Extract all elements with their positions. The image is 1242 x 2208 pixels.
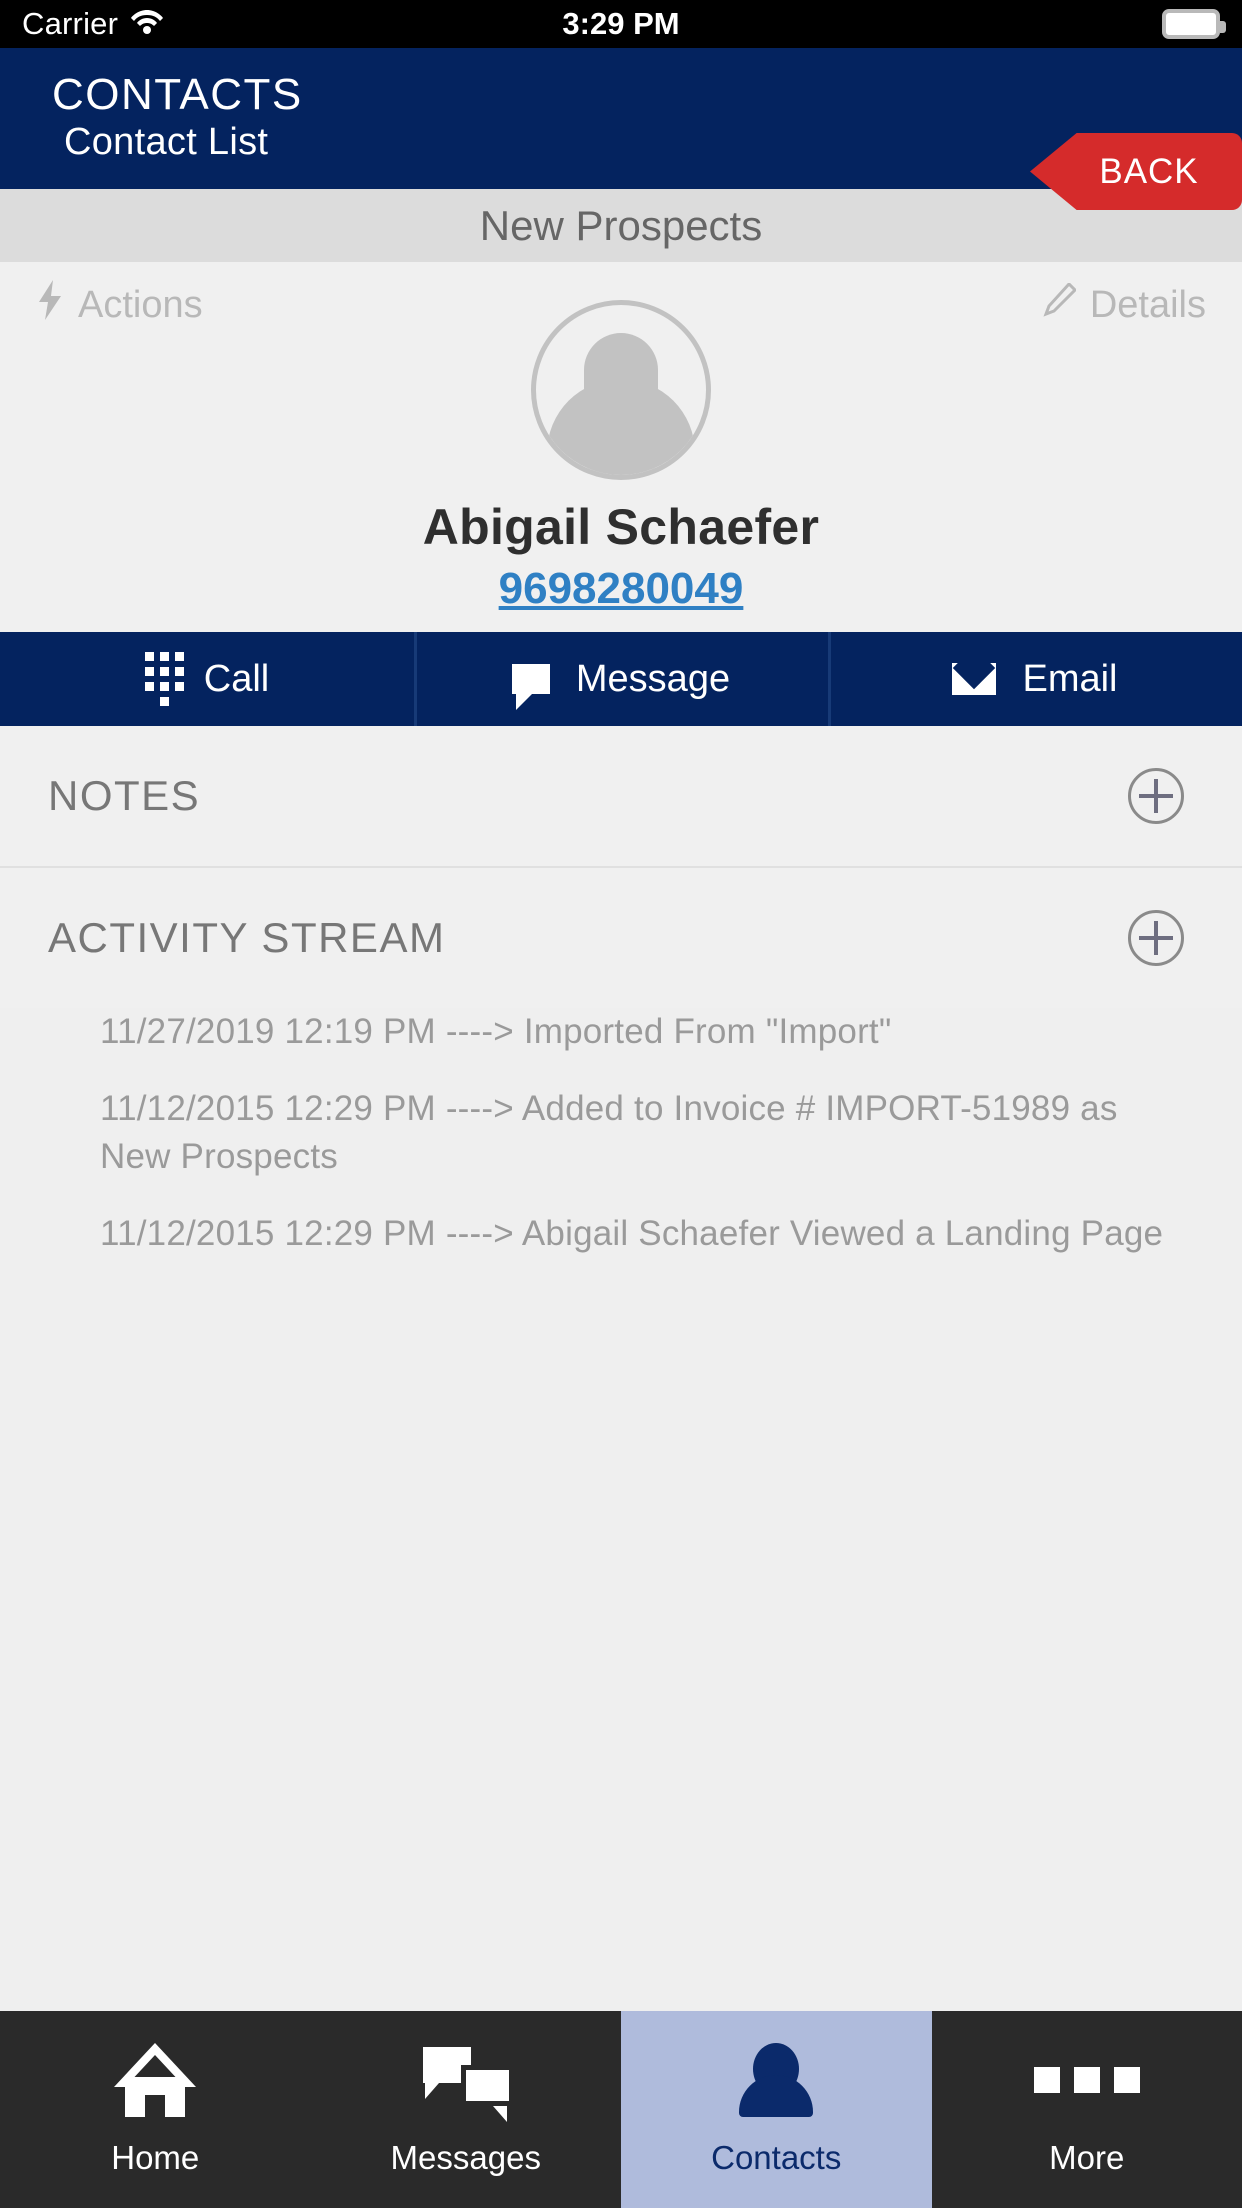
app-header: CONTACTS Contact List BACK <box>0 48 1242 210</box>
tab-messages[interactable]: Messages <box>311 2011 622 2208</box>
pencil-icon <box>1042 281 1077 327</box>
bottom-tab-bar: Home Messages Contacts More <box>0 2011 1242 2208</box>
status-bar: Carrier 3:29 PM <box>0 0 1242 48</box>
details-label: Details <box>1089 283 1206 326</box>
message-label: Message <box>575 657 731 700</box>
page-title: CONTACTS <box>52 70 303 119</box>
tab-home-label: Home <box>111 2138 200 2176</box>
messages-icon <box>422 2043 509 2122</box>
details-button[interactable]: Details <box>1042 280 1206 330</box>
activity-stream-header: ACTIVITY STREAM <box>48 868 1194 1008</box>
list-item: 11/12/2015 12:29 PM ----> Abigail Schaef… <box>100 1213 1164 1253</box>
contact-action-bar: Call Message Email <box>0 632 1242 726</box>
tab-contacts-label: Contacts <box>711 2138 842 2176</box>
email-label: Email <box>1022 657 1118 700</box>
message-button[interactable]: Message <box>414 632 828 726</box>
person-icon <box>737 2042 815 2117</box>
notes-section: NOTES <box>0 726 1242 866</box>
contact-card-links: Actions Details <box>0 280 1242 330</box>
add-activity-button[interactable] <box>1128 910 1184 966</box>
carrier-label: Carrier <box>22 6 119 41</box>
tab-home[interactable]: Home <box>0 2011 311 2208</box>
dialpad-icon <box>144 652 184 706</box>
notes-header: NOTES <box>48 726 1194 866</box>
home-icon <box>114 2042 197 2117</box>
envelope-icon <box>952 663 997 695</box>
tab-messages-label: Messages <box>390 2138 541 2176</box>
actions-label: Actions <box>78 283 203 326</box>
battery-icon <box>1162 9 1226 39</box>
activity-stream-title: ACTIVITY STREAM <box>48 914 446 961</box>
email-button[interactable]: Email <box>828 632 1242 726</box>
call-label: Call <box>203 657 270 700</box>
contact-card: Actions Details Abigail Schaefer 9698280… <box>0 262 1242 632</box>
status-bar-time: 3:29 PM <box>562 6 680 41</box>
status-bar-left: Carrier <box>22 6 164 42</box>
actions-button[interactable]: Actions <box>36 280 203 330</box>
speech-bubble-icon <box>511 664 550 710</box>
contact-phone-link[interactable]: 9698280049 <box>0 564 1242 614</box>
list-title-bar: New Prospects <box>0 189 1242 262</box>
tab-more[interactable]: More <box>932 2011 1242 2208</box>
add-note-button[interactable] <box>1128 768 1184 824</box>
ellipsis-icon <box>1033 2043 1140 2117</box>
list-item: 11/12/2015 12:29 PM ----> Added to Invoi… <box>100 1089 1118 1176</box>
avatar-body <box>547 379 695 475</box>
notes-title: NOTES <box>48 772 201 819</box>
tab-contacts[interactable]: Contacts <box>621 2011 932 2208</box>
call-button[interactable]: Call <box>0 632 414 726</box>
lightning-bolt-icon <box>36 280 64 330</box>
status-bar-right <box>1162 9 1226 39</box>
contact-name: Abigail Schaefer <box>422 499 820 555</box>
activity-stream-list: 11/27/2019 12:19 PM ----> Imported From … <box>0 1008 1242 1257</box>
tab-more-label: More <box>1049 2138 1125 2176</box>
list-title: New Prospects <box>479 201 763 249</box>
list-item: 11/27/2019 12:19 PM ----> Imported From … <box>100 1012 892 1051</box>
wifi-icon <box>130 6 164 42</box>
activity-stream-section: ACTIVITY STREAM <box>0 868 1242 1008</box>
